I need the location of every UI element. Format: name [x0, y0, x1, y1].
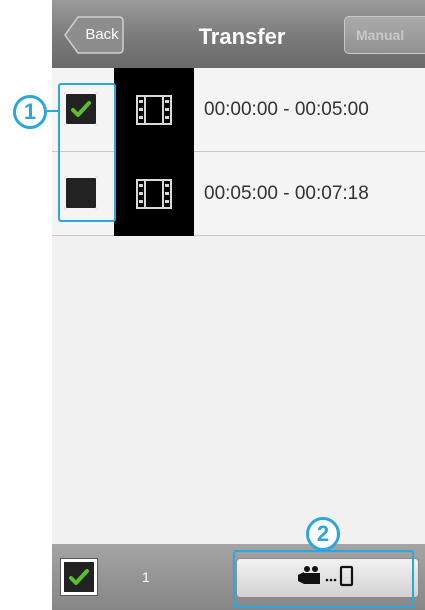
list-empty-area — [52, 237, 425, 544]
select-all-checkbox[interactable] — [60, 558, 98, 596]
back-label: Back — [85, 26, 119, 43]
back-button[interactable]: Back — [64, 16, 124, 54]
callout-number-2: 2 — [306, 517, 340, 551]
manual-label: Manual — [356, 27, 405, 43]
page-title: Transfer — [198, 24, 286, 49]
clip-time-range: 00:05:00 - 00:07:18 — [204, 183, 369, 204]
header-bar: Back Transfer Manual — [52, 0, 425, 68]
clip-thumbnail — [114, 152, 194, 236]
callout-highlight-checkboxes — [58, 83, 116, 222]
clip-time-range: 00:00:00 - 00:05:00 — [204, 99, 369, 120]
selected-count: 1 — [142, 569, 150, 585]
callout-highlight-transfer — [233, 550, 414, 608]
manual-button[interactable]: Manual — [344, 16, 425, 54]
callout-number-1: 1 — [13, 95, 47, 129]
film-icon — [136, 95, 172, 125]
callout-leader-line — [47, 110, 59, 112]
select-all-checkbox-fill — [64, 562, 94, 592]
checkmark-icon — [69, 569, 89, 585]
film-icon — [136, 179, 172, 209]
clip-thumbnail — [114, 68, 194, 152]
